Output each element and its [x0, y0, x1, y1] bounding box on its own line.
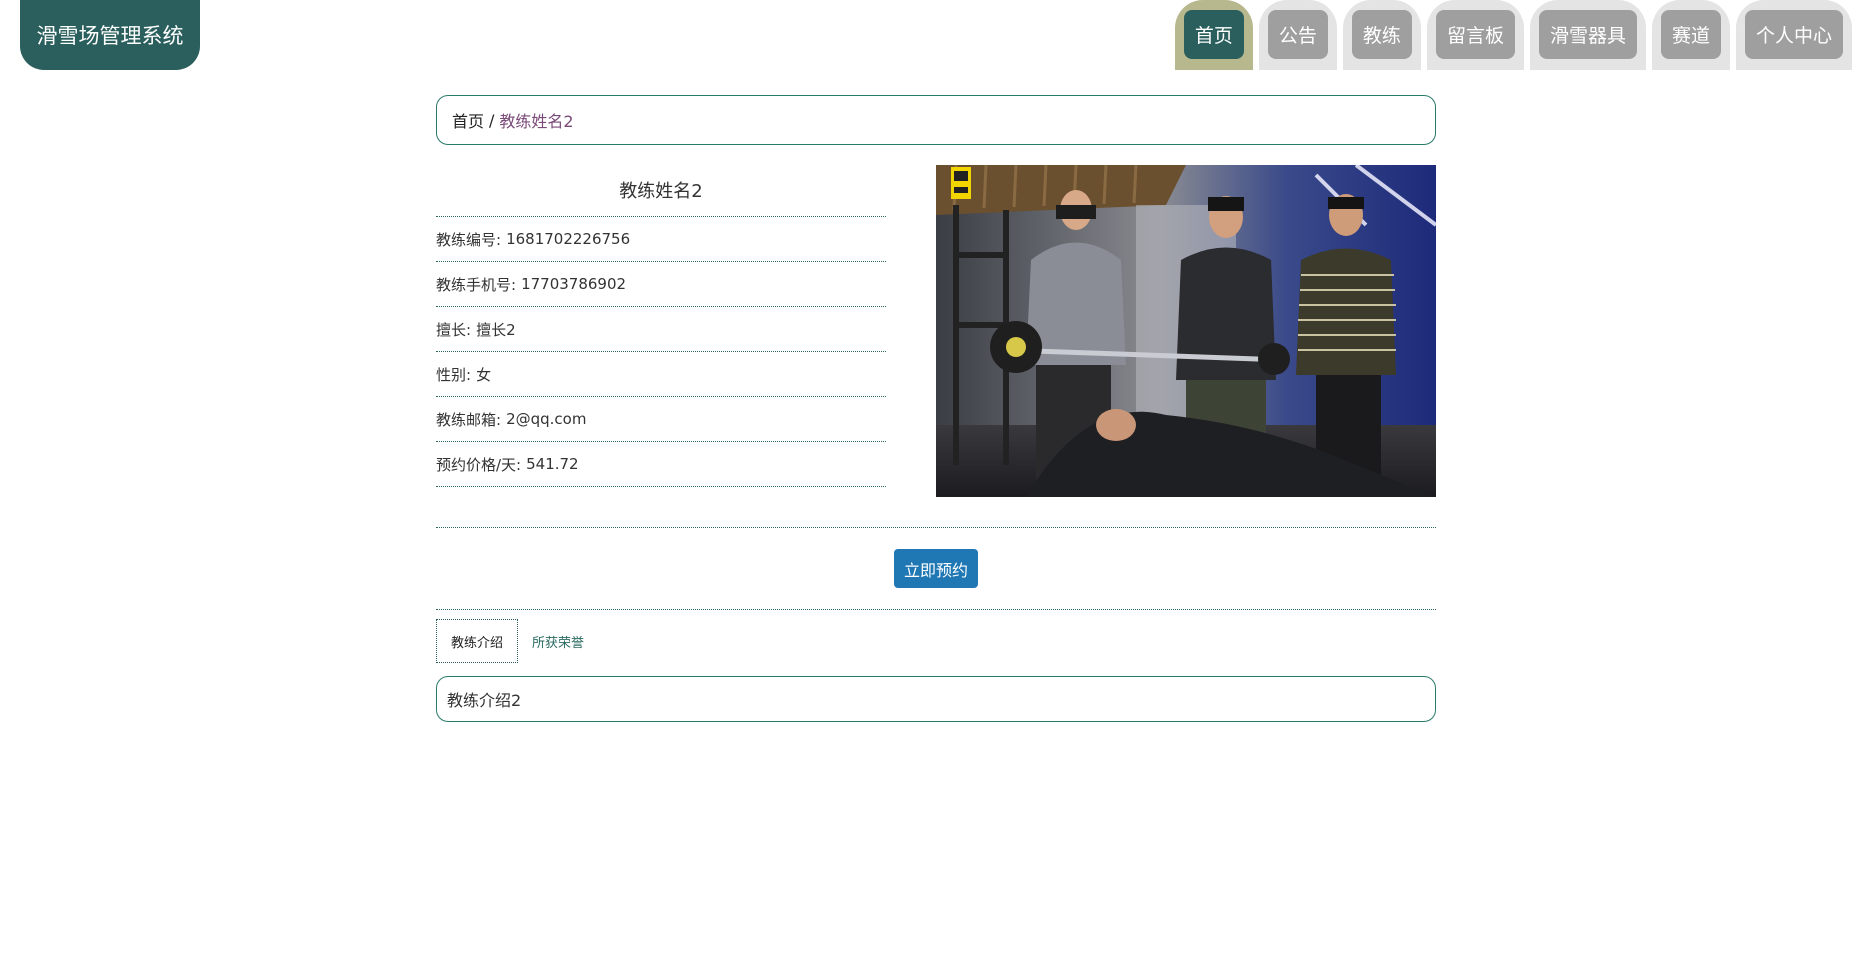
coach-price-row: 预约价格/天: 541.72 — [436, 442, 886, 487]
coach-email-row: 教练邮箱: 2@qq.com — [436, 397, 886, 442]
field-value: 女 — [476, 365, 492, 384]
nav-item-label: 教练 — [1351, 10, 1412, 59]
nav-item-label: 公告 — [1267, 10, 1328, 59]
field-value: 1681702226756 — [506, 230, 631, 248]
nav-item-coaches[interactable]: 教练 — [1342, 0, 1421, 70]
coach-photo — [936, 165, 1436, 497]
tab-content: 教练介绍2 — [436, 676, 1436, 722]
coach-specialty-row: 擅长: 擅长2 — [436, 307, 886, 352]
nav-item-label: 滑雪器具 — [1538, 10, 1637, 59]
field-value: 2@qq.com — [506, 410, 587, 428]
field-label: 教练编号: — [436, 230, 502, 249]
divider — [436, 609, 1436, 610]
field-label: 预约价格/天: — [436, 455, 522, 474]
tab-honors[interactable]: 所获荣誉 — [518, 619, 598, 663]
nav-item-label: 个人中心 — [1744, 10, 1843, 59]
nav-item-label: 首页 — [1183, 10, 1244, 59]
coach-gender-row: 性别: 女 — [436, 352, 886, 397]
field-label: 性别: — [436, 365, 472, 384]
book-now-button[interactable]: 立即预约 — [894, 549, 978, 588]
app-logo[interactable]: 滑雪场管理系统 — [20, 0, 200, 70]
nav-item-label: 赛道 — [1660, 10, 1721, 59]
coach-name: 教练姓名2 — [436, 165, 886, 217]
field-value: 541.72 — [526, 455, 579, 473]
coach-intro-text: 教练介绍2 — [447, 691, 522, 710]
nav-item-message-board[interactable]: 留言板 — [1426, 0, 1524, 70]
nav-item-personal-center[interactable]: 个人中心 — [1735, 0, 1852, 70]
breadcrumb-current: 教练姓名2 — [499, 112, 574, 131]
breadcrumb-separator: / — [489, 110, 495, 130]
field-label: 教练手机号: — [436, 275, 517, 294]
divider — [436, 527, 1436, 528]
nav-item-announcements[interactable]: 公告 — [1258, 0, 1337, 70]
nav-item-label: 留言板 — [1435, 10, 1515, 59]
field-value: 擅长2 — [476, 320, 516, 339]
field-label: 擅长: — [436, 320, 472, 339]
coach-id-row: 教练编号: 1681702226756 — [436, 217, 886, 262]
detail-tabs: 教练介绍 所获荣誉 — [436, 619, 598, 663]
top-nav: 首页 公告 教练 留言板 滑雪器具 赛道 个人中心 — [1174, 0, 1852, 70]
breadcrumb-home[interactable]: 首页 — [452, 108, 484, 132]
field-label: 教练邮箱: — [436, 410, 502, 429]
field-value: 17703786902 — [521, 275, 627, 293]
coach-phone-row: 教练手机号: 17703786902 — [436, 262, 886, 307]
coach-info: 教练姓名2 教练编号: 1681702226756 教练手机号: 1770378… — [436, 165, 886, 487]
nav-item-ski-equipment[interactable]: 滑雪器具 — [1529, 0, 1646, 70]
nav-item-tracks[interactable]: 赛道 — [1651, 0, 1730, 70]
tab-coach-intro[interactable]: 教练介绍 — [436, 619, 519, 663]
breadcrumb: 首页 / 教练姓名2 — [436, 95, 1436, 145]
nav-item-home[interactable]: 首页 — [1174, 0, 1253, 70]
